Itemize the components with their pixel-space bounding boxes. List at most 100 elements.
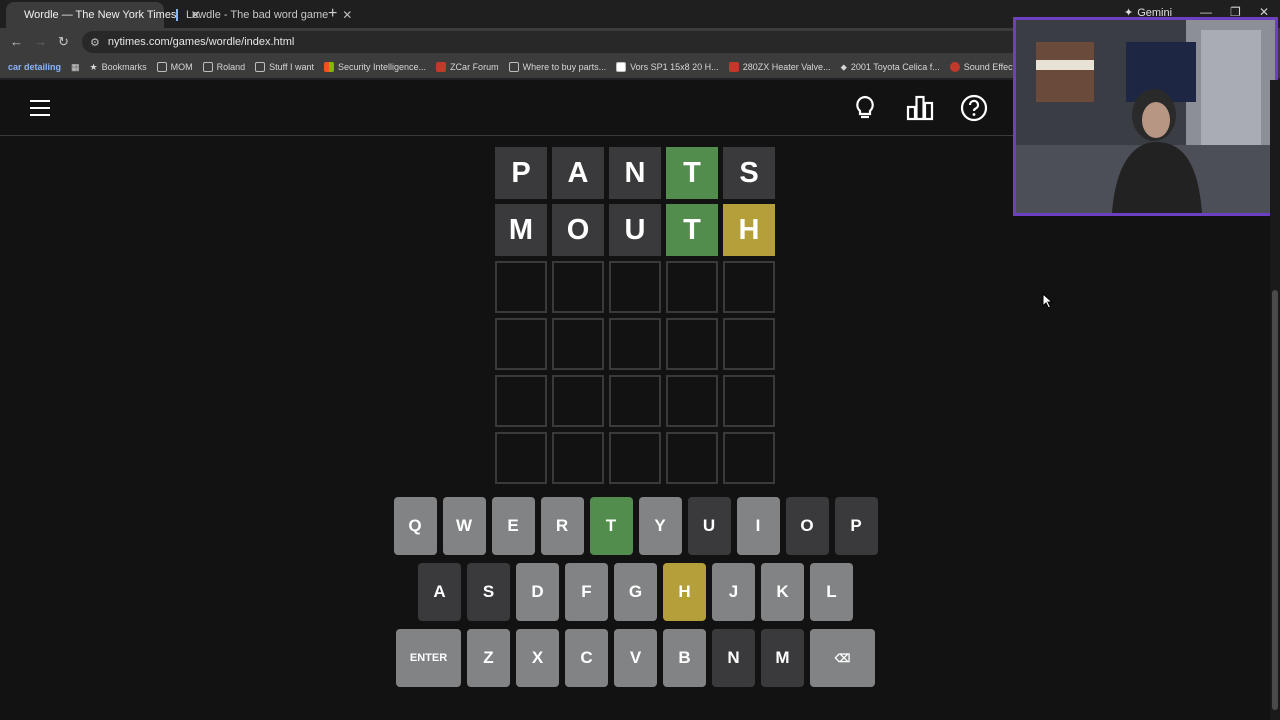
- board-tile: [495, 261, 547, 313]
- scrollbar-thumb[interactable]: [1272, 290, 1278, 710]
- key-n[interactable]: N: [712, 629, 755, 687]
- enter-key[interactable]: ENTER: [396, 629, 461, 687]
- bookmark-label: Bookmarks: [101, 62, 147, 72]
- key-f[interactable]: F: [565, 563, 608, 621]
- board-tile: T: [666, 204, 718, 256]
- board-tile: [495, 318, 547, 370]
- backspace-icon[interactable]: ⌫: [810, 629, 875, 687]
- bookmark-item[interactable]: ★ Bookmarks: [85, 62, 152, 73]
- bookmark-item[interactable]: ⬥ 2001 Toyota Celica f...: [836, 62, 945, 73]
- key-b[interactable]: B: [663, 629, 706, 687]
- key-m[interactable]: M: [761, 629, 804, 687]
- key-v[interactable]: V: [614, 629, 657, 687]
- bookmark-item[interactable]: Vors SP1 15x8 20 H...: [611, 62, 724, 72]
- back-icon[interactable]: ←: [10, 34, 23, 49]
- key-j[interactable]: J: [712, 563, 755, 621]
- bookmark-label: Stuff I want: [269, 62, 315, 72]
- key-h[interactable]: H: [663, 563, 706, 621]
- bookmark-folder[interactable]: Stuff I want: [250, 62, 319, 72]
- tab-lewdle[interactable]: Lewdle - The bad word game ✕: [166, 2, 352, 28]
- board-tile: [495, 432, 547, 484]
- question-icon[interactable]: [960, 94, 988, 122]
- bookmark-label: car detailing: [8, 62, 62, 72]
- bookmark-item[interactable]: car detailing: [0, 62, 66, 72]
- tab-wordle[interactable]: Wordle — The New York Times ✕: [6, 2, 201, 28]
- board-row: PANTS: [495, 147, 775, 199]
- key-c[interactable]: C: [565, 629, 608, 687]
- bookmark-item[interactable]: ZCar Forum: [431, 62, 504, 72]
- url-text: nytimes.com/games/wordle/index.html: [107, 36, 295, 48]
- board-tile: N: [609, 147, 661, 199]
- board-tile: [609, 318, 661, 370]
- key-p[interactable]: P: [834, 497, 878, 555]
- pin-icon: ⬥: [840, 61, 847, 72]
- board-row: [495, 375, 775, 427]
- lightbulb-icon[interactable]: [851, 94, 879, 122]
- key-u[interactable]: U: [687, 497, 731, 555]
- folder-icon: [202, 62, 213, 72]
- zcar-icon: [436, 62, 447, 72]
- bookmark-label: 280ZX Heater Valve...: [742, 62, 831, 72]
- bookmark-label: Where to buy parts...: [522, 62, 607, 72]
- mouse-cursor-icon: [1042, 293, 1054, 309]
- key-e[interactable]: E: [491, 497, 535, 555]
- key-y[interactable]: Y: [638, 497, 682, 555]
- key-i[interactable]: I: [736, 497, 780, 555]
- address-bar[interactable]: ⚙ nytimes.com/games/wordle/index.html: [82, 31, 1102, 53]
- hamburger-icon[interactable]: [30, 100, 50, 116]
- key-g[interactable]: G: [614, 563, 657, 621]
- webcam-image: [1016, 20, 1275, 213]
- x-logo-icon: [616, 62, 627, 72]
- keyboard-row: QWERTYUIOP: [393, 497, 878, 555]
- bookmark-folder[interactable]: MOM: [152, 62, 198, 72]
- key-s[interactable]: S: [467, 563, 510, 621]
- board-tile: P: [495, 147, 547, 199]
- bookmark-item[interactable]: Security Intelligence...: [319, 62, 431, 72]
- board-row: [495, 318, 775, 370]
- key-l[interactable]: L: [810, 563, 853, 621]
- key-q[interactable]: Q: [393, 497, 437, 555]
- bookmark-folder[interactable]: Roland: [198, 62, 251, 72]
- key-x[interactable]: X: [516, 629, 559, 687]
- bookmark-label: MOM: [170, 62, 193, 72]
- board-tile: [609, 432, 661, 484]
- key-k[interactable]: K: [761, 563, 804, 621]
- webcam-overlay: [1013, 17, 1278, 216]
- key-r[interactable]: R: [540, 497, 584, 555]
- board-tile: A: [552, 147, 604, 199]
- bookmark-label: Security Intelligence...: [338, 62, 427, 72]
- key-z[interactable]: Z: [467, 629, 510, 687]
- bar-chart-icon[interactable]: [906, 94, 934, 122]
- bookmark-item[interactable]: Where to buy parts...: [504, 62, 612, 72]
- board-tile: [723, 261, 775, 313]
- board-tile: [666, 318, 718, 370]
- tab-title: Wordle — The New York Times: [24, 9, 177, 21]
- forward-icon[interactable]: →: [34, 34, 47, 49]
- board-tile: M: [495, 204, 547, 256]
- board-tile: [666, 432, 718, 484]
- bookmark-item[interactable]: 280ZX Heater Valve...: [724, 62, 836, 72]
- apps-icon[interactable]: ▦: [66, 62, 85, 73]
- folder-icon: [156, 62, 167, 72]
- board-tile: [552, 318, 604, 370]
- star-icon: ★: [89, 61, 98, 72]
- key-o[interactable]: O: [785, 497, 829, 555]
- board-tile: [723, 318, 775, 370]
- site-info-icon[interactable]: ⚙: [90, 36, 100, 49]
- board-tile: [609, 375, 661, 427]
- board-tile: [666, 261, 718, 313]
- key-a[interactable]: A: [418, 563, 461, 621]
- board-tile: [723, 375, 775, 427]
- zcar-icon: [728, 62, 739, 72]
- board-tile: [609, 261, 661, 313]
- board-tile: S: [723, 147, 775, 199]
- key-w[interactable]: W: [442, 497, 486, 555]
- new-tab-button[interactable]: +: [328, 5, 337, 23]
- board-row: [495, 261, 775, 313]
- lewdle-favicon-icon: [176, 9, 178, 21]
- close-icon[interactable]: ✕: [342, 8, 352, 22]
- key-t[interactable]: T: [589, 497, 633, 555]
- bookmark-label: ZCar Forum: [450, 62, 499, 72]
- key-d[interactable]: D: [516, 563, 559, 621]
- reload-icon[interactable]: ↻: [58, 34, 69, 50]
